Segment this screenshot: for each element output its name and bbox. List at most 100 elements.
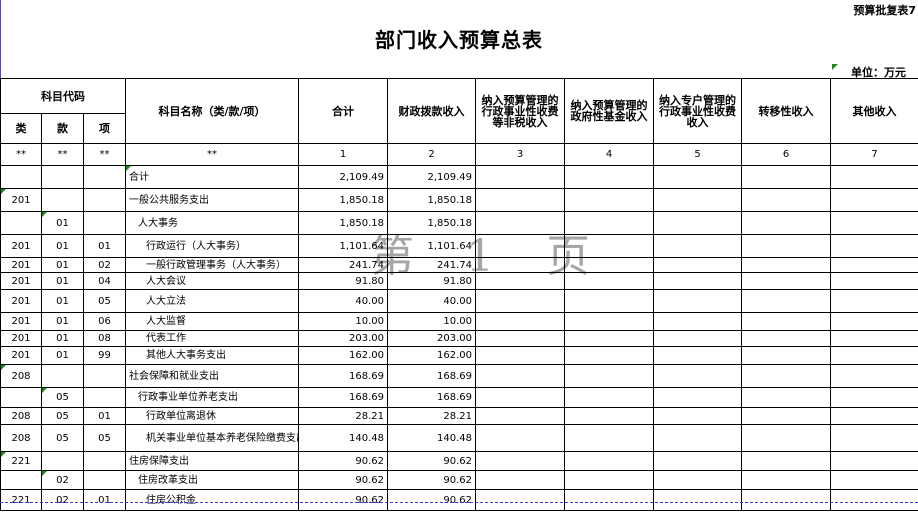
cell-xiang[interactable]: 06 — [83, 312, 126, 331]
cell-other[interactable] — [830, 165, 918, 189]
cell-special-account[interactable] — [653, 451, 742, 471]
cell-lei[interactable]: 201 — [0, 289, 42, 313]
cell-name[interactable]: 机关事业单位基本养老保险缴费支出 — [125, 424, 299, 452]
cell-special-account[interactable] — [653, 470, 742, 490]
cell-other[interactable] — [830, 234, 918, 258]
cell-total[interactable]: 90.62 — [298, 451, 388, 471]
index-cell[interactable]: ** — [125, 143, 299, 166]
cell-lei[interactable]: 201 — [0, 234, 42, 258]
cell-xiang[interactable]: 99 — [83, 346, 126, 365]
cell-name[interactable]: 住房保障支出 — [125, 451, 299, 471]
cell-lei[interactable] — [0, 165, 42, 189]
cell-total[interactable]: 10.00 — [298, 312, 388, 331]
cell-xiang[interactable] — [83, 165, 126, 189]
cell-fiscal[interactable]: 91.80 — [387, 272, 476, 290]
cell-transfer[interactable] — [741, 346, 831, 365]
index-cell[interactable]: ** — [41, 143, 84, 166]
cell-other[interactable] — [830, 489, 918, 511]
cell-special-account[interactable] — [653, 489, 742, 511]
cell-transfer[interactable] — [741, 289, 831, 313]
cell-lei[interactable]: 201 — [0, 330, 42, 347]
cell-special-account[interactable] — [653, 234, 742, 258]
cell-xiang[interactable] — [83, 387, 126, 408]
cell-special-account[interactable] — [653, 424, 742, 452]
cell-kuan[interactable]: 01 — [41, 330, 84, 347]
cell-name[interactable]: 人大监督 — [125, 312, 299, 331]
cell-kuan[interactable] — [41, 188, 84, 212]
cell-nontax[interactable] — [475, 188, 565, 212]
cell-special-account[interactable] — [653, 289, 742, 313]
cell-fiscal[interactable]: 90.62 — [387, 451, 476, 471]
cell-lei[interactable]: 201 — [0, 312, 42, 331]
cell-gov-fund[interactable] — [564, 451, 654, 471]
cell-lei[interactable]: 201 — [0, 272, 42, 290]
cell-fiscal[interactable]: 1,850.18 — [387, 211, 476, 235]
cell-other[interactable] — [830, 272, 918, 290]
cell-fiscal[interactable]: 162.00 — [387, 346, 476, 365]
cell-kuan[interactable]: 01 — [41, 312, 84, 331]
cell-fiscal[interactable]: 90.62 — [387, 470, 476, 490]
cell-total[interactable]: 91.80 — [298, 272, 388, 290]
cell-xiang[interactable]: 01 — [83, 407, 126, 425]
cell-gov-fund[interactable] — [564, 312, 654, 331]
cell-gov-fund[interactable] — [564, 272, 654, 290]
cell-name[interactable]: 住房改革支出 — [125, 470, 299, 490]
cell-transfer[interactable] — [741, 387, 831, 408]
cell-transfer[interactable] — [741, 489, 831, 511]
cell-kuan[interactable]: 05 — [41, 424, 84, 452]
cell-nontax[interactable] — [475, 289, 565, 313]
cell-gov-fund[interactable] — [564, 165, 654, 189]
cell-nontax[interactable] — [475, 330, 565, 347]
cell-xiang[interactable]: 01 — [83, 489, 126, 511]
cell-total[interactable]: 168.69 — [298, 364, 388, 388]
cell-nontax[interactable] — [475, 257, 565, 273]
cell-other[interactable] — [830, 424, 918, 452]
cell-total[interactable]: 162.00 — [298, 346, 388, 365]
cell-gov-fund[interactable] — [564, 211, 654, 235]
cell-special-account[interactable] — [653, 387, 742, 408]
cell-lei[interactable]: 201 — [0, 257, 42, 273]
cell-xiang[interactable]: 05 — [83, 289, 126, 313]
cell-gov-fund[interactable] — [564, 387, 654, 408]
cell-lei[interactable]: 208 — [0, 424, 42, 452]
cell-special-account[interactable] — [653, 188, 742, 212]
cell-total[interactable]: 140.48 — [298, 424, 388, 452]
cell-nontax[interactable] — [475, 165, 565, 189]
cell-nontax[interactable] — [475, 470, 565, 490]
cell-special-account[interactable] — [653, 272, 742, 290]
index-cell[interactable]: 2 — [387, 143, 476, 166]
cell-xiang[interactable]: 01 — [83, 234, 126, 258]
cell-fiscal[interactable]: 2,109.49 — [387, 165, 476, 189]
header-transfer[interactable]: 转移性收入 — [741, 78, 831, 144]
header-total[interactable]: 合计 — [298, 78, 388, 144]
cell-name[interactable]: 行政事业单位养老支出 — [125, 387, 299, 408]
cell-lei[interactable]: 201 — [0, 188, 42, 212]
cell-fiscal[interactable]: 203.00 — [387, 330, 476, 347]
cell-nontax[interactable] — [475, 312, 565, 331]
cell-lei[interactable]: 221 — [0, 451, 42, 471]
cell-fiscal[interactable]: 1,101.64 — [387, 234, 476, 258]
header-fiscal[interactable]: 财政拨款收入 — [387, 78, 476, 144]
cell-nontax[interactable] — [475, 451, 565, 471]
cell-nontax[interactable] — [475, 489, 565, 511]
cell-other[interactable] — [830, 289, 918, 313]
cell-nontax[interactable] — [475, 364, 565, 388]
index-cell[interactable]: 5 — [653, 143, 742, 166]
cell-fiscal[interactable]: 140.48 — [387, 424, 476, 452]
cell-name[interactable]: 人大事务 — [125, 211, 299, 235]
cell-kuan[interactable]: 01 — [41, 346, 84, 365]
cell-other[interactable] — [830, 470, 918, 490]
cell-nontax[interactable] — [475, 272, 565, 290]
index-cell[interactable]: 1 — [298, 143, 388, 166]
header-xiang[interactable]: 项 — [83, 113, 126, 144]
cell-gov-fund[interactable] — [564, 364, 654, 388]
cell-special-account[interactable] — [653, 364, 742, 388]
cell-name[interactable]: 其他人大事务支出 — [125, 346, 299, 365]
header-lei[interactable]: 类 — [0, 113, 42, 144]
cell-name[interactable]: 代表工作 — [125, 330, 299, 347]
cell-other[interactable] — [830, 407, 918, 425]
cell-xiang[interactable] — [83, 451, 126, 471]
cell-xiang[interactable] — [83, 470, 126, 490]
cell-total[interactable]: 168.69 — [298, 387, 388, 408]
cell-name[interactable]: 人大会议 — [125, 272, 299, 290]
